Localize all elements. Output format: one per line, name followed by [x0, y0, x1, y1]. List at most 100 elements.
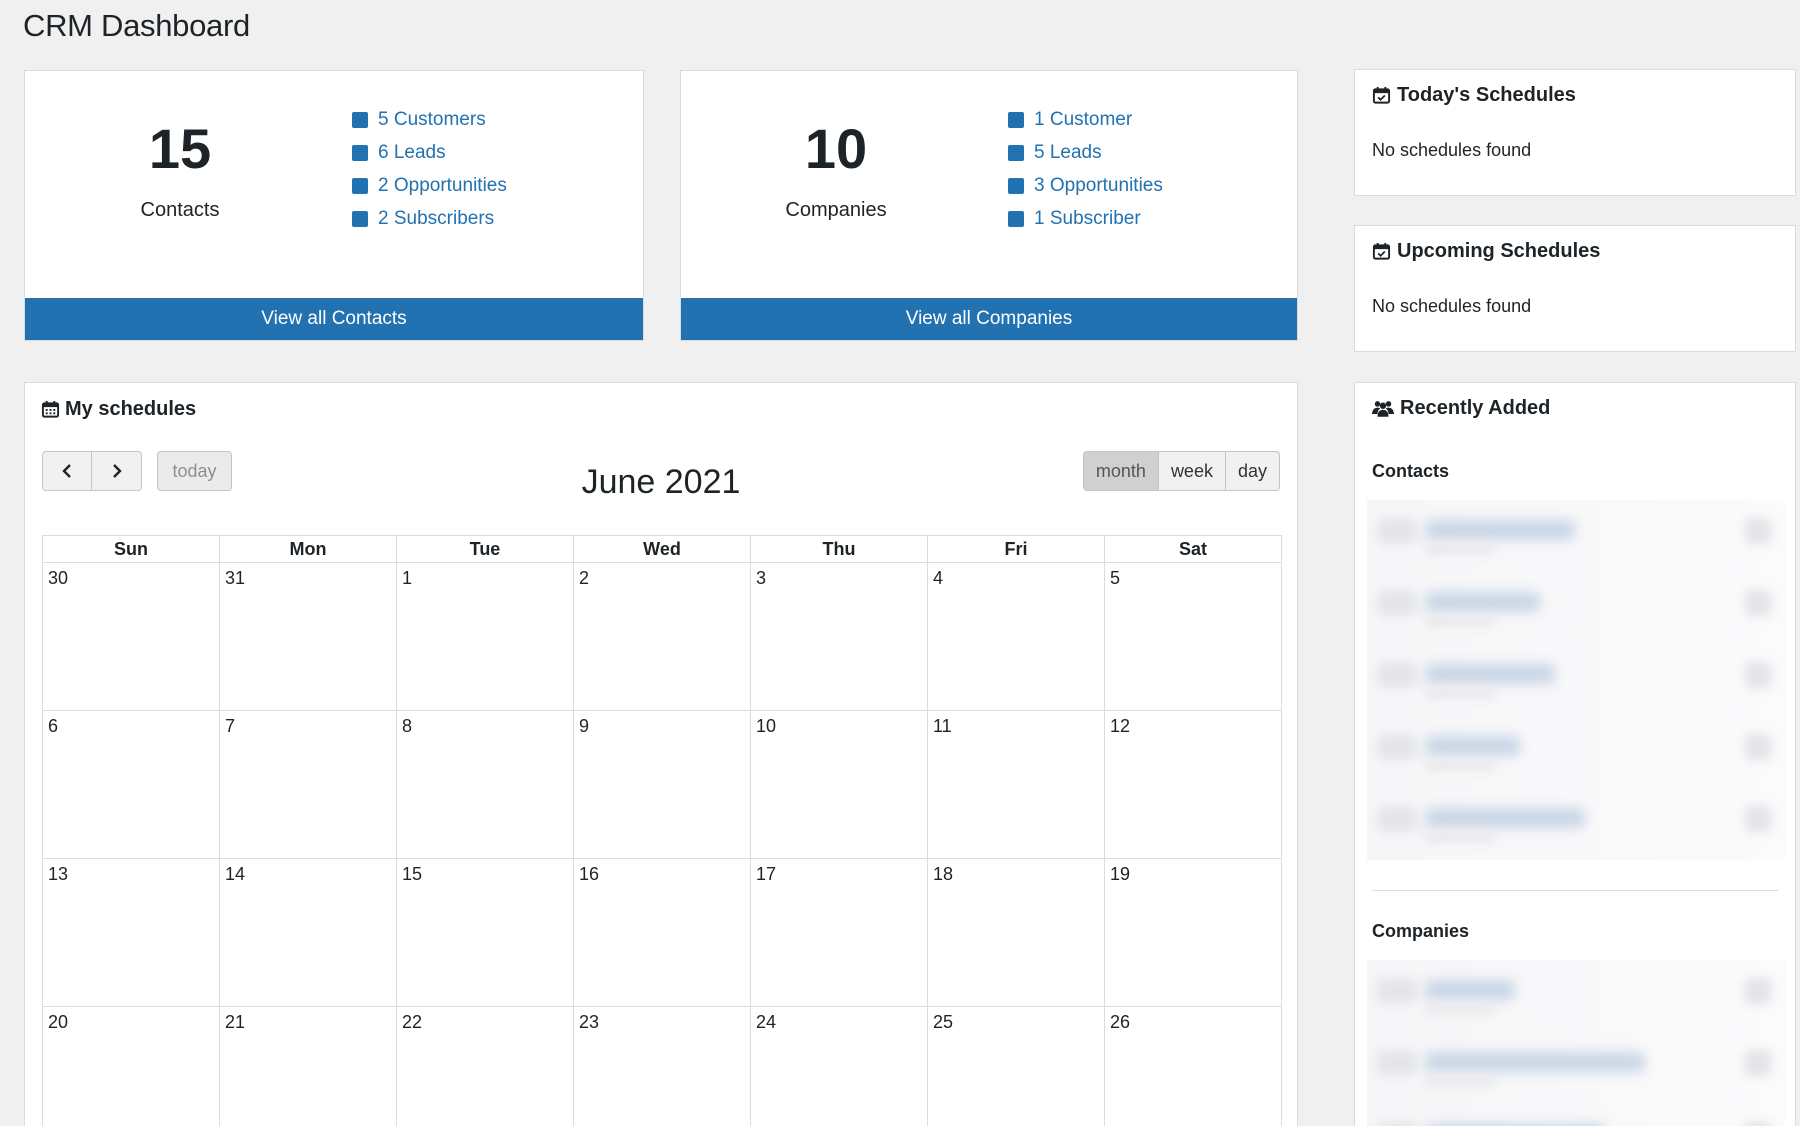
blurred-name [1425, 664, 1555, 684]
calendar-day-cell[interactable]: 9 [573, 710, 751, 859]
square-bullet-icon [1008, 111, 1024, 128]
calendar-week-row: 13 14 15 16 17 18 19 [42, 858, 1282, 1007]
list-item[interactable] [1367, 1032, 1785, 1104]
calendar-day-cell[interactable]: 3 [750, 562, 928, 711]
list-item[interactable] [1367, 572, 1785, 644]
calendar-view-switcher: month week day [1082, 451, 1280, 491]
calendar-day-cell[interactable]: 21 [219, 1006, 397, 1126]
recent-contacts-list [1367, 500, 1785, 860]
blurred-name [1425, 1052, 1645, 1072]
companies-breakdown-list: 1 Customer 5 Leads 3 Opportunities 1 Sub… [1008, 103, 1163, 235]
calendar-check-icon [1372, 242, 1391, 261]
calendar-day-cell[interactable]: 26 [1104, 1006, 1282, 1126]
link-label: 2 Subscribers [378, 207, 495, 229]
action-icon[interactable] [1745, 806, 1771, 832]
weekday-header: Sun [42, 535, 220, 563]
list-item[interactable] [1367, 788, 1785, 860]
list-item[interactable] [1367, 960, 1785, 1032]
calendar-day-cell[interactable]: 11 [927, 710, 1105, 859]
calendar-day-cell[interactable]: 8 [396, 710, 574, 859]
calendar-day-cell[interactable]: 5 [1104, 562, 1282, 711]
upcoming-schedules-box: Upcoming Schedules No schedules found [1354, 225, 1796, 352]
todays-schedules-box: Today's Schedules No schedules found [1354, 69, 1796, 196]
calendar-day-cell[interactable]: 13 [42, 858, 220, 1007]
calendar-day-cell[interactable]: 7 [219, 710, 397, 859]
upcoming-schedules-title: Upcoming Schedules [1372, 240, 1600, 263]
blurred-subtext [1425, 1076, 1495, 1086]
calendar-day-cell[interactable]: 30 [42, 562, 220, 711]
calendar-check-icon [1372, 86, 1391, 105]
avatar [1377, 806, 1417, 832]
calendar-day-cell[interactable]: 23 [573, 1006, 751, 1126]
action-icon[interactable] [1745, 518, 1771, 544]
list-item[interactable] [1367, 716, 1785, 788]
action-icon[interactable] [1745, 734, 1771, 760]
calendar-day-cell[interactable]: 4 [927, 562, 1105, 711]
calendar-week-row: 20 21 22 23 24 25 26 [42, 1006, 1282, 1126]
my-schedules-title: My schedules [41, 398, 196, 421]
empty-message: No schedules found [1372, 296, 1532, 316]
contacts-customers-link[interactable]: 5 Customers [352, 103, 507, 136]
companies-customer-link[interactable]: 1 Customer [1008, 103, 1163, 136]
contacts-label: Contacts [140, 199, 220, 221]
calendar-day-cell[interactable]: 24 [750, 1006, 928, 1126]
calendar-day-cell[interactable]: 14 [219, 858, 397, 1007]
calendar-day-cell[interactable]: 31 [219, 562, 397, 711]
contacts-subscribers-link[interactable]: 2 Subscribers [352, 202, 507, 235]
companies-leads-link[interactable]: 5 Leads [1008, 136, 1163, 169]
calendar-day-cell[interactable]: 22 [396, 1006, 574, 1126]
view-all-contacts-button[interactable]: View all Contacts [25, 298, 643, 340]
users-icon [1372, 399, 1394, 418]
calendar-day-cell[interactable]: 10 [750, 710, 928, 859]
avatar [1377, 662, 1417, 688]
blurred-name [1425, 980, 1515, 1000]
calendar-day-cell[interactable]: 1 [396, 562, 574, 711]
action-icon[interactable] [1745, 1122, 1771, 1126]
calendar-day-cell[interactable]: 18 [927, 858, 1105, 1007]
contacts-count-block: 15 Contacts [25, 119, 335, 222]
recent-companies-list [1367, 960, 1785, 1126]
companies-subscriber-link[interactable]: 1 Subscriber [1008, 202, 1163, 235]
list-item[interactable] [1367, 1104, 1785, 1126]
action-icon[interactable] [1745, 978, 1771, 1004]
box-title-label: Today's Schedules [1397, 84, 1576, 106]
action-icon[interactable] [1745, 662, 1771, 688]
blurred-subtext [1425, 616, 1495, 626]
calendar-day-cell[interactable]: 12 [1104, 710, 1282, 859]
link-label: 3 Opportunities [1034, 174, 1163, 196]
avatar [1377, 1122, 1417, 1126]
month-view-button[interactable]: month [1082, 451, 1159, 491]
calendar-day-cell[interactable]: 25 [927, 1006, 1105, 1126]
link-label: 5 Leads [1034, 141, 1102, 163]
link-label: 2 Opportunities [378, 174, 507, 196]
blurred-name [1425, 736, 1520, 756]
action-icon[interactable] [1745, 590, 1771, 616]
blurred-subtext [1425, 544, 1495, 554]
list-item[interactable] [1367, 644, 1785, 716]
calendar-day-cell[interactable]: 6 [42, 710, 220, 859]
contacts-leads-link[interactable]: 6 Leads [352, 136, 507, 169]
calendar-day-cell[interactable]: 16 [573, 858, 751, 1007]
blurred-subtext [1425, 688, 1495, 698]
calendar-day-cell[interactable]: 19 [1104, 858, 1282, 1007]
calendar-day-cell[interactable]: 15 [396, 858, 574, 1007]
month-calendar-grid: Sun Mon Tue Wed Thu Fri Sat 30 31 1 2 3 … [42, 535, 1282, 1126]
weekday-header: Mon [219, 535, 397, 563]
list-item[interactable] [1367, 500, 1785, 572]
contacts-breakdown-list: 5 Customers 6 Leads 2 Opportunities 2 Su… [352, 103, 507, 235]
companies-opportunities-link[interactable]: 3 Opportunities [1008, 169, 1163, 202]
recent-companies-heading: Companies [1372, 921, 1470, 941]
day-view-button[interactable]: day [1225, 451, 1280, 491]
link-label: 1 Subscriber [1034, 207, 1141, 229]
calendar-day-cell[interactable]: 2 [573, 562, 751, 711]
divider [1372, 890, 1778, 891]
week-view-button[interactable]: week [1158, 451, 1226, 491]
action-icon[interactable] [1745, 1050, 1771, 1076]
view-all-companies-button[interactable]: View all Companies [681, 298, 1297, 340]
calendar-day-cell[interactable]: 17 [750, 858, 928, 1007]
calendar-day-cell[interactable]: 20 [42, 1006, 220, 1126]
my-schedules-panel: My schedules today June 2021 month week … [24, 382, 1298, 1126]
blurred-subtext [1425, 760, 1495, 770]
square-bullet-icon [1008, 177, 1024, 194]
contacts-opportunities-link[interactable]: 2 Opportunities [352, 169, 507, 202]
